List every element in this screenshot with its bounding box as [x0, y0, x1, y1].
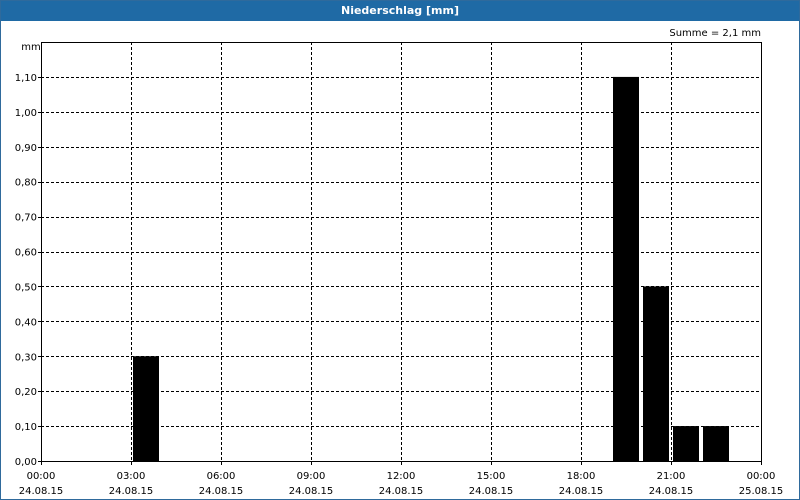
x-tick-date: 24.08.15	[649, 486, 694, 497]
y-tick-label: 0,50	[15, 282, 37, 293]
x-axis-ticks: 00:00 24.08.15 03:00 24.08.15 06:00 24.08.15 0…	[19, 461, 784, 497]
y-tick-label: 0,70	[15, 213, 37, 224]
x-tick-time: 00:00	[747, 471, 776, 482]
x-tick-time: 00:00	[27, 471, 56, 482]
x-tick-time: 03:00	[117, 471, 146, 482]
y-axis-ticks: 0,00 0,10 0,20 0,30 0,40 0,50 0,60 0,70 0,80 0,90…	[15, 73, 41, 468]
precipitation-bar	[613, 76, 639, 462]
x-tick-date: 24.08.15	[109, 486, 154, 497]
y-tick-label: 1,00	[15, 108, 37, 119]
x-tick-time: 21:00	[657, 471, 686, 482]
x-tick-time: 12:00	[387, 471, 416, 482]
x-tick-time: 15:00	[477, 471, 506, 482]
y-tick-label: 0,90	[15, 143, 37, 154]
y-tick-label: 0,00	[15, 457, 37, 468]
y-tick-label: 0,80	[15, 178, 37, 189]
y-tick-label: 0,20	[15, 387, 37, 398]
x-tick-date: 24.08.15	[289, 486, 334, 497]
x-tick-time: 06:00	[207, 471, 236, 482]
bars	[133, 76, 729, 462]
x-tick-date: 24.08.15	[199, 486, 244, 497]
x-tick-time: 09:00	[297, 471, 326, 482]
precipitation-bar	[673, 426, 699, 461]
sum-annotation: Summe = 2,1 mm	[669, 28, 761, 39]
x-tick-time: 18:00	[567, 471, 596, 482]
precipitation-bar	[643, 286, 669, 461]
precipitation-bar	[703, 426, 729, 461]
x-tick-date: 25.08.15	[739, 486, 784, 497]
y-tick-label: 0,60	[15, 248, 37, 259]
y-tick-label: 0,30	[15, 352, 37, 363]
y-tick-label: 0,40	[15, 317, 37, 328]
x-tick-date: 24.08.15	[19, 486, 64, 497]
x-tick-date: 24.08.15	[559, 486, 604, 497]
x-tick-date: 24.08.15	[379, 486, 424, 497]
precipitation-chart: 0,00 0,10 0,20 0,30 0,40 0,50 0,60 0,70 0,80 0,90…	[15, 28, 784, 497]
x-tick-date: 24.08.15	[469, 486, 514, 497]
precipitation-bar	[133, 356, 159, 461]
y-tick-label: 1,10	[15, 73, 37, 84]
y-tick-label: 0,10	[15, 422, 37, 433]
y-axis-label: mm	[21, 42, 40, 53]
